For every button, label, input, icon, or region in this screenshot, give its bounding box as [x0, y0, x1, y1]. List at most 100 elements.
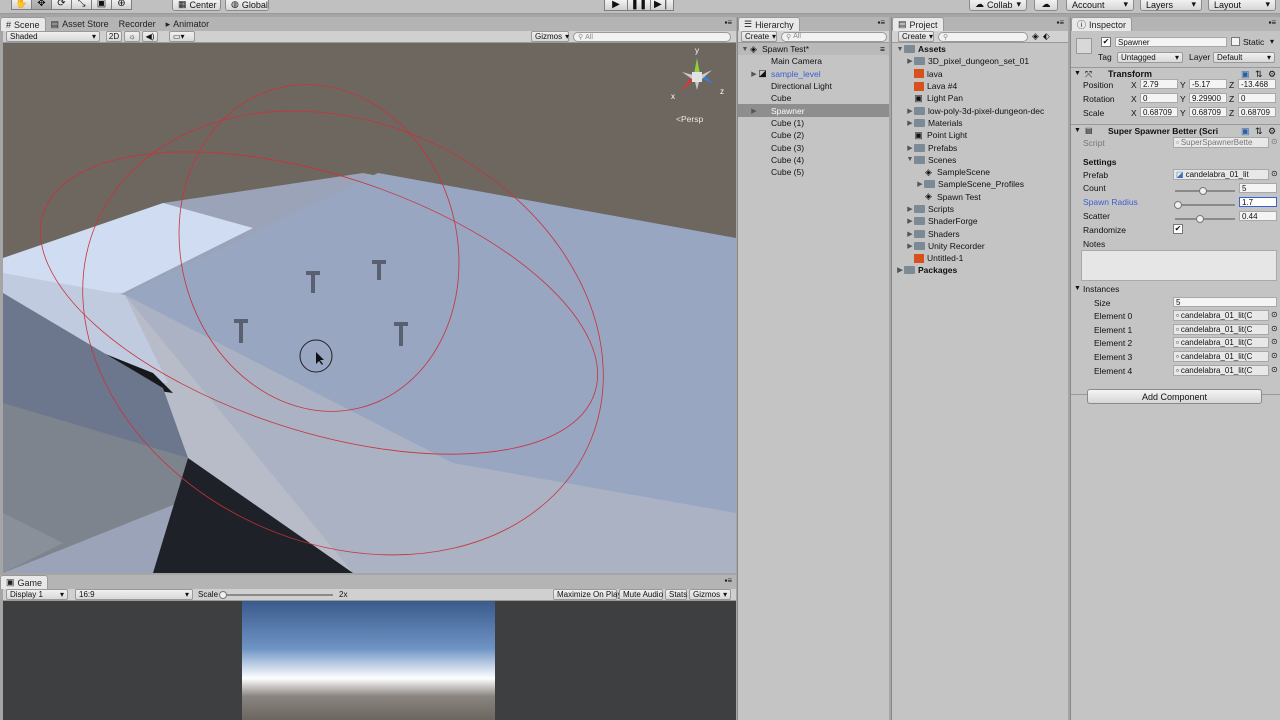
- filter-type-icon[interactable]: ◈: [1032, 31, 1039, 42]
- scene-viewport[interactable]: y x z <Persp: [3, 43, 736, 573]
- tab-recorder[interactable]: Recorder: [114, 17, 161, 31]
- rotation-z-input[interactable]: 0: [1238, 93, 1276, 103]
- gizmos-dropdown[interactable]: Gizmos ▾: [531, 31, 569, 42]
- collapse-arrow-icon[interactable]: ▶: [906, 217, 914, 225]
- scene-menu-icon[interactable]: ≡: [880, 44, 885, 54]
- collapse-arrow-icon[interactable]: ▶: [906, 57, 914, 65]
- object-picker-icon[interactable]: ⊙: [1271, 337, 1278, 346]
- hierarchy-item[interactable]: Cube: [738, 92, 889, 104]
- tab-game[interactable]: ▣ Game: [0, 575, 49, 589]
- collapse-arrow-icon[interactable]: ▶: [750, 70, 758, 78]
- preset-icon[interactable]: ⇅: [1255, 126, 1263, 137]
- rotation-y-input[interactable]: 9.29900: [1189, 93, 1227, 103]
- active-checkbox[interactable]: ✔: [1101, 37, 1111, 47]
- projection-label[interactable]: <Persp: [676, 114, 703, 124]
- component-header[interactable]: ▼ ▤ Super Spawner Better (Scri ▣ ⇅ ⚙: [1071, 124, 1280, 137]
- step-icon[interactable]: ▶❘: [650, 0, 674, 11]
- project-item[interactable]: ▶ Unity Recorder: [892, 240, 1068, 252]
- project-item[interactable]: Lava #4: [892, 80, 1068, 92]
- project-item[interactable]: Untitled-1: [892, 252, 1068, 264]
- element-object-field[interactable]: ▫ candelabra_01_lit(C: [1173, 351, 1269, 363]
- rotate-tool-icon[interactable]: ⟳: [51, 0, 72, 10]
- scale-x-input[interactable]: 0.68709: [1140, 107, 1178, 117]
- project-item[interactable]: ▶ Prefabs: [892, 141, 1068, 153]
- stats-toggle[interactable]: Stats: [665, 589, 687, 600]
- slider-track[interactable]: [1175, 218, 1235, 220]
- object-picker-icon[interactable]: ⊙: [1271, 310, 1278, 319]
- collapse-arrow-icon[interactable]: ▶: [906, 242, 914, 250]
- expand-arrow-icon[interactable]: ▼: [1074, 285, 1081, 292]
- project-item[interactable]: ▶ ShaderForge: [892, 215, 1068, 227]
- 2d-toggle[interactable]: 2D: [106, 31, 122, 42]
- project-item[interactable]: ◈ Spawn Test: [892, 191, 1068, 203]
- hierarchy-item[interactable]: Cube (5): [738, 166, 889, 178]
- slider-knob[interactable]: [1195, 215, 1204, 223]
- game-viewport[interactable]: [3, 601, 736, 720]
- tab-scene[interactable]: # Scene: [0, 17, 46, 31]
- packages-root-item[interactable]: ▶ Packages: [892, 264, 1068, 276]
- collapse-arrow-icon[interactable]: ▶: [906, 107, 914, 115]
- count-input[interactable]: 5: [1239, 183, 1277, 193]
- project-item[interactable]: ▶ low-poly-3d-pixel-dungeon-dec: [892, 104, 1068, 116]
- object-picker-icon[interactable]: ⊙: [1271, 169, 1278, 178]
- transform-tool-icon[interactable]: ⊕: [111, 0, 132, 10]
- scale-y-input[interactable]: 0.68709: [1189, 107, 1227, 117]
- pause-icon[interactable]: ❚❚: [627, 0, 651, 11]
- lighting-toggle-icon[interactable]: ☼: [124, 31, 140, 42]
- panel-menu-icon[interactable]: ▪≡: [1268, 18, 1276, 27]
- scatter-input[interactable]: 0.44: [1239, 211, 1277, 221]
- element-object-field[interactable]: ▫ candelabra_01_lit(C: [1173, 310, 1269, 321]
- collapse-arrow-icon[interactable]: ▶: [916, 180, 924, 188]
- tab-project[interactable]: ▤ Project: [892, 17, 944, 31]
- object-picker-icon[interactable]: ⊙: [1271, 324, 1278, 333]
- collapse-arrow-icon[interactable]: ▶: [906, 205, 914, 213]
- position-x-input[interactable]: 2.79: [1140, 79, 1178, 89]
- slider-knob[interactable]: [1173, 201, 1182, 209]
- project-item[interactable]: ▶ Shaders: [892, 227, 1068, 239]
- tab-hierarchy[interactable]: ☰ Hierarchy: [738, 17, 800, 31]
- object-picker-icon[interactable]: ⊙: [1271, 137, 1278, 146]
- hierarchy-item[interactable]: ▶ Spawner: [738, 104, 889, 117]
- scale-tool-icon[interactable]: ⤡: [71, 0, 92, 10]
- audio-toggle-icon[interactable]: ◀): [142, 31, 158, 42]
- panel-menu-icon[interactable]: ▪≡: [724, 18, 732, 27]
- tag-dropdown[interactable]: Untagged ▾: [1117, 52, 1183, 63]
- scene-root-item[interactable]: ▼ ◈ Spawn Test* ≡: [738, 43, 889, 56]
- panel-menu-icon[interactable]: ▪≡: [1056, 18, 1064, 27]
- notes-textarea[interactable]: [1081, 250, 1277, 281]
- gear-icon[interactable]: ⚙: [1268, 126, 1276, 137]
- filter-label-icon[interactable]: ⬖: [1043, 31, 1050, 42]
- display-dropdown[interactable]: Display 1 ▾: [6, 589, 68, 600]
- account-dropdown[interactable]: Account ▾: [1066, 0, 1134, 11]
- project-item[interactable]: ▼ Scenes: [892, 154, 1068, 166]
- cloud-button[interactable]: ☁: [1034, 0, 1058, 11]
- aspect-dropdown[interactable]: 16:9 ▾: [75, 589, 193, 600]
- static-checkbox[interactable]: [1231, 37, 1240, 46]
- pivot-global-button[interactable]: ◍ Global: [225, 0, 269, 11]
- object-picker-icon[interactable]: ⊙: [1271, 351, 1278, 360]
- expand-arrow-icon[interactable]: ▼: [906, 156, 914, 163]
- game-gizmos-dropdown[interactable]: Gizmos ▾: [689, 589, 731, 600]
- position-y-input[interactable]: -5.17: [1189, 79, 1227, 89]
- rotation-x-input[interactable]: 0: [1140, 93, 1178, 103]
- project-item[interactable]: ▶ Scripts: [892, 203, 1068, 215]
- project-item[interactable]: ▣ Point Light: [892, 129, 1068, 141]
- add-component-button[interactable]: Add Component: [1087, 389, 1262, 404]
- hierarchy-search-input[interactable]: ⚲ All: [781, 31, 887, 42]
- project-create-dropdown[interactable]: Create ▾: [898, 31, 934, 42]
- project-item[interactable]: ▶ Materials: [892, 117, 1068, 129]
- layout-dropdown[interactable]: Layout ▾: [1208, 0, 1276, 11]
- collab-dropdown[interactable]: ☁ Collab ▾: [969, 0, 1027, 11]
- project-item[interactable]: ◈ SampleScene: [892, 166, 1068, 178]
- collapse-arrow-icon[interactable]: ▶: [750, 107, 758, 115]
- scale-slider[interactable]: [221, 594, 333, 596]
- assets-root-item[interactable]: ▼ Assets: [892, 43, 1068, 55]
- scale-z-input[interactable]: 0.68709: [1238, 107, 1276, 117]
- hierarchy-item[interactable]: Cube (4): [738, 154, 889, 166]
- pivot-center-button[interactable]: ▦ Center: [172, 0, 221, 11]
- hierarchy-item[interactable]: Cube (2): [738, 129, 889, 141]
- scene-orientation-gizmo[interactable]: y x z: [668, 46, 726, 108]
- spawn-radius-input[interactable]: 1.7: [1239, 197, 1277, 207]
- object-name-input[interactable]: Spawner: [1115, 37, 1227, 47]
- hierarchy-item[interactable]: Directional Light: [738, 80, 889, 92]
